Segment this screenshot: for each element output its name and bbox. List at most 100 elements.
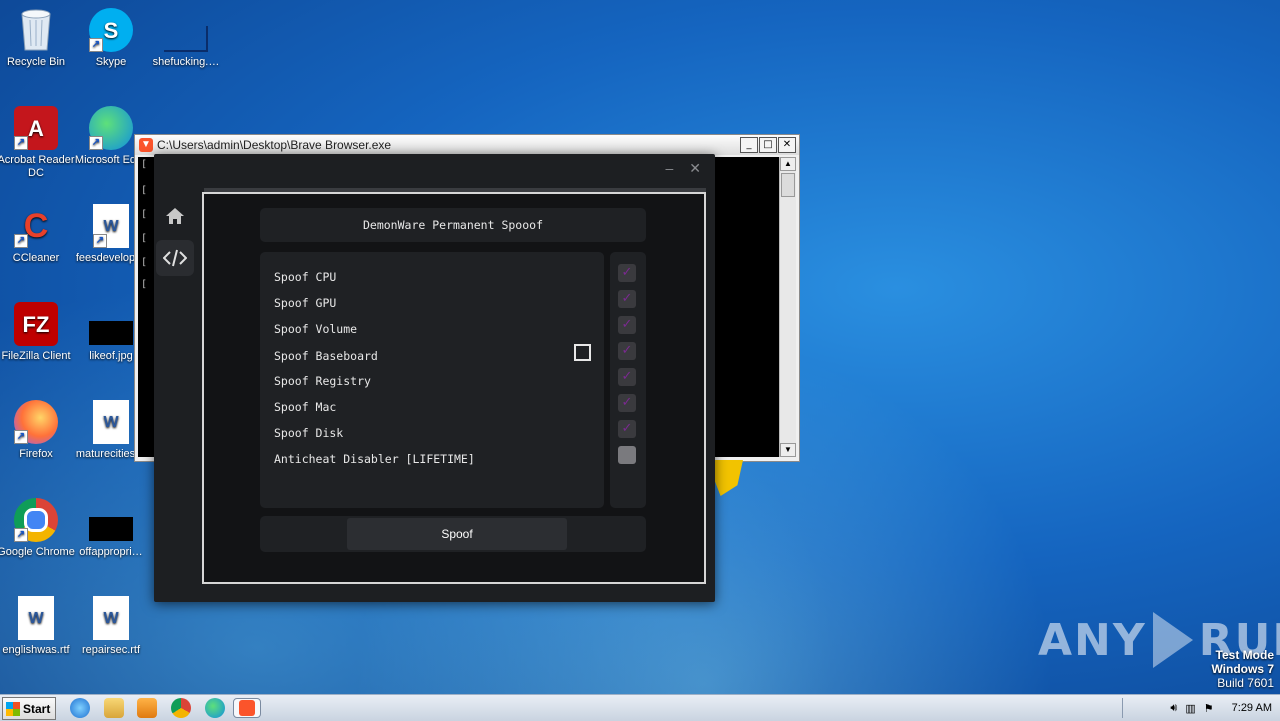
- desktop-icon-label: repairsec.rtf: [81, 644, 141, 656]
- skype-icon: S ↗: [89, 8, 133, 52]
- desktop-icon-label: CCleaner: [12, 252, 60, 264]
- code-icon: [163, 249, 187, 267]
- chrome-icon: ↗: [14, 498, 58, 542]
- network-icon[interactable]: ▥: [1185, 702, 1195, 715]
- ie-icon[interactable]: [70, 698, 90, 718]
- test-mode-notice: Test Mode Windows 7 Build 7601: [1211, 648, 1274, 690]
- scroll-thumb[interactable]: [781, 173, 795, 197]
- minimize-button[interactable]: –: [665, 160, 673, 177]
- brave-icon: ▼: [139, 138, 153, 152]
- console-minimize-button[interactable]: _: [740, 137, 758, 153]
- desktop-icon-label: offappropri…: [79, 546, 143, 558]
- desktop-icon-label: Acrobat Reader DC: [0, 154, 75, 179]
- word-doc-icon: W: [93, 596, 129, 640]
- clock[interactable]: 7:29 AM: [1232, 702, 1272, 714]
- console-maximize-button[interactable]: □: [759, 137, 777, 153]
- desktop-icon-repairsec[interactable]: W repairsec.rtf: [71, 596, 151, 657]
- word-doc-icon: W ↗: [93, 204, 129, 248]
- checkbox-spoof-volume[interactable]: ✓: [618, 316, 636, 334]
- test-mode-line3: Build 7601: [1217, 676, 1274, 690]
- speaker-icon[interactable]: 🔊︎: [1170, 702, 1177, 715]
- desktop-icon-label: Recycle Bin: [6, 56, 66, 68]
- checkbox-spoof-disk[interactable]: ✓: [618, 420, 636, 438]
- desktop-icon-englishwas[interactable]: W englishwas.rtf: [0, 596, 76, 657]
- media-player-icon[interactable]: [137, 698, 157, 718]
- option-spoof-baseboard: Spoof Baseboard: [274, 349, 378, 363]
- app-title: DemonWare Permanent Spooof: [362, 218, 543, 232]
- option-spoof-cpu: Spoof CPU: [274, 270, 337, 284]
- console-scrollbar[interactable]: ▲ ▼: [779, 157, 796, 457]
- edge-icon[interactable]: [205, 698, 225, 718]
- checkbox-spoof-registry[interactable]: ✓: [618, 368, 636, 386]
- word-doc-icon: W: [93, 400, 129, 444]
- explorer-icon[interactable]: [104, 698, 124, 718]
- desktop-icon-label: Skype: [95, 56, 127, 68]
- spoofer-window[interactable]: – ✕ DemonWare Permanent Spooof Spoof CPU…: [154, 154, 715, 602]
- desktop-icon-label: shefucking.…: [152, 56, 220, 68]
- play-icon: [1152, 612, 1193, 668]
- firefox-icon: ↗: [14, 400, 58, 444]
- checkbox-spoof-cpu[interactable]: ✓: [618, 264, 636, 282]
- spoof-button[interactable]: Spoof: [347, 518, 567, 550]
- option-spoof-gpu: Spoof GPU: [274, 296, 337, 310]
- sidebar-home-button[interactable]: [156, 198, 194, 234]
- console-close-button[interactable]: ✕: [778, 137, 796, 153]
- home-icon: [166, 208, 184, 224]
- cursor-indicator: [574, 344, 591, 361]
- shortcut-arrow-icon: ↗: [14, 136, 28, 150]
- app-title-panel: DemonWare Permanent Spooof: [260, 208, 646, 242]
- acrobat-icon: A ↗: [14, 106, 58, 150]
- background-window-fragment: [715, 460, 743, 496]
- console-titlebar[interactable]: ▼ C:\Users\admin\Desktop\Brave Browser.e…: [135, 135, 799, 155]
- console-line: [: [141, 185, 148, 196]
- console-line: [: [141, 209, 148, 220]
- system-tray: 🔊︎ ▥ ⚑ 7:29 AM: [1112, 695, 1280, 721]
- desktop-icon-shefucking[interactable]: shefucking.…: [146, 8, 226, 69]
- spoof-panel: Spoof: [260, 516, 646, 552]
- close-button[interactable]: ✕: [689, 160, 701, 177]
- app-sidebar: [154, 192, 202, 602]
- shortcut-arrow-icon: ↗: [14, 528, 28, 542]
- tab-strip: [204, 188, 706, 192]
- shortcut-arrow-icon: ↗: [89, 136, 103, 150]
- desktop-icon-filezilla[interactable]: FZ FileZilla Client: [0, 302, 76, 363]
- start-button[interactable]: Start: [2, 697, 56, 720]
- flag-icon[interactable]: ⚑: [1204, 702, 1214, 715]
- scroll-down-arrow-icon[interactable]: ▼: [780, 443, 796, 457]
- desktop-icon-ccleaner[interactable]: C ↗ CCleaner: [0, 204, 76, 265]
- shortcut-arrow-icon: ↗: [14, 430, 28, 444]
- options-panel: Spoof CPU Spoof GPU Spoof Volume Spoof B…: [260, 252, 604, 508]
- shortcut-arrow-icon: ↗: [89, 38, 103, 52]
- shortcut-arrow-icon: ↗: [93, 234, 107, 248]
- watermark-brand-left: ANY: [1038, 614, 1147, 666]
- option-spoof-volume: Spoof Volume: [274, 322, 358, 336]
- scroll-up-arrow-icon[interactable]: ▲: [780, 157, 796, 171]
- desktop-icon-label: englishwas.rtf: [2, 644, 70, 656]
- desktop-icon-recycle-bin[interactable]: Recycle Bin: [0, 8, 76, 69]
- checkbox-spoof-baseboard[interactable]: ✓: [618, 342, 636, 360]
- console-line: [: [141, 257, 148, 268]
- recycle-bin-icon: [14, 8, 58, 52]
- option-spoof-registry: Spoof Registry: [274, 374, 371, 388]
- checkbox-spoof-mac[interactable]: ✓: [618, 394, 636, 412]
- brave-icon[interactable]: [233, 698, 261, 718]
- filezilla-icon: FZ: [14, 302, 58, 346]
- checkbox-anticheat-disabler[interactable]: [618, 446, 636, 464]
- desktop-icon-offappropri[interactable]: offappropri…: [71, 498, 151, 559]
- console-line: [: [141, 279, 148, 290]
- checkbox-spoof-gpu[interactable]: ✓: [618, 290, 636, 308]
- ccleaner-icon: C ↗: [14, 204, 58, 248]
- console-title: C:\Users\admin\Desktop\Brave Browser.exe: [157, 138, 392, 152]
- window-controls: – ✕: [665, 160, 701, 177]
- desktop-icon-skype[interactable]: S ↗ Skype: [71, 8, 151, 69]
- chrome-icon[interactable]: [171, 698, 191, 718]
- app-content: DemonWare Permanent Spooof Spoof CPU Spo…: [202, 188, 706, 584]
- windows-logo-icon: [6, 701, 20, 716]
- desktop-icon-acrobat[interactable]: A ↗ Acrobat Reader DC: [0, 106, 76, 180]
- sidebar-code-button[interactable]: [156, 240, 194, 276]
- word-doc-icon: W: [18, 596, 54, 640]
- desktop-icon-chrome[interactable]: ↗ Google Chrome: [0, 498, 76, 559]
- blank-file-icon: [164, 8, 208, 52]
- option-spoof-disk: Spoof Disk: [274, 426, 344, 440]
- desktop-icon-firefox[interactable]: ↗ Firefox: [0, 400, 76, 461]
